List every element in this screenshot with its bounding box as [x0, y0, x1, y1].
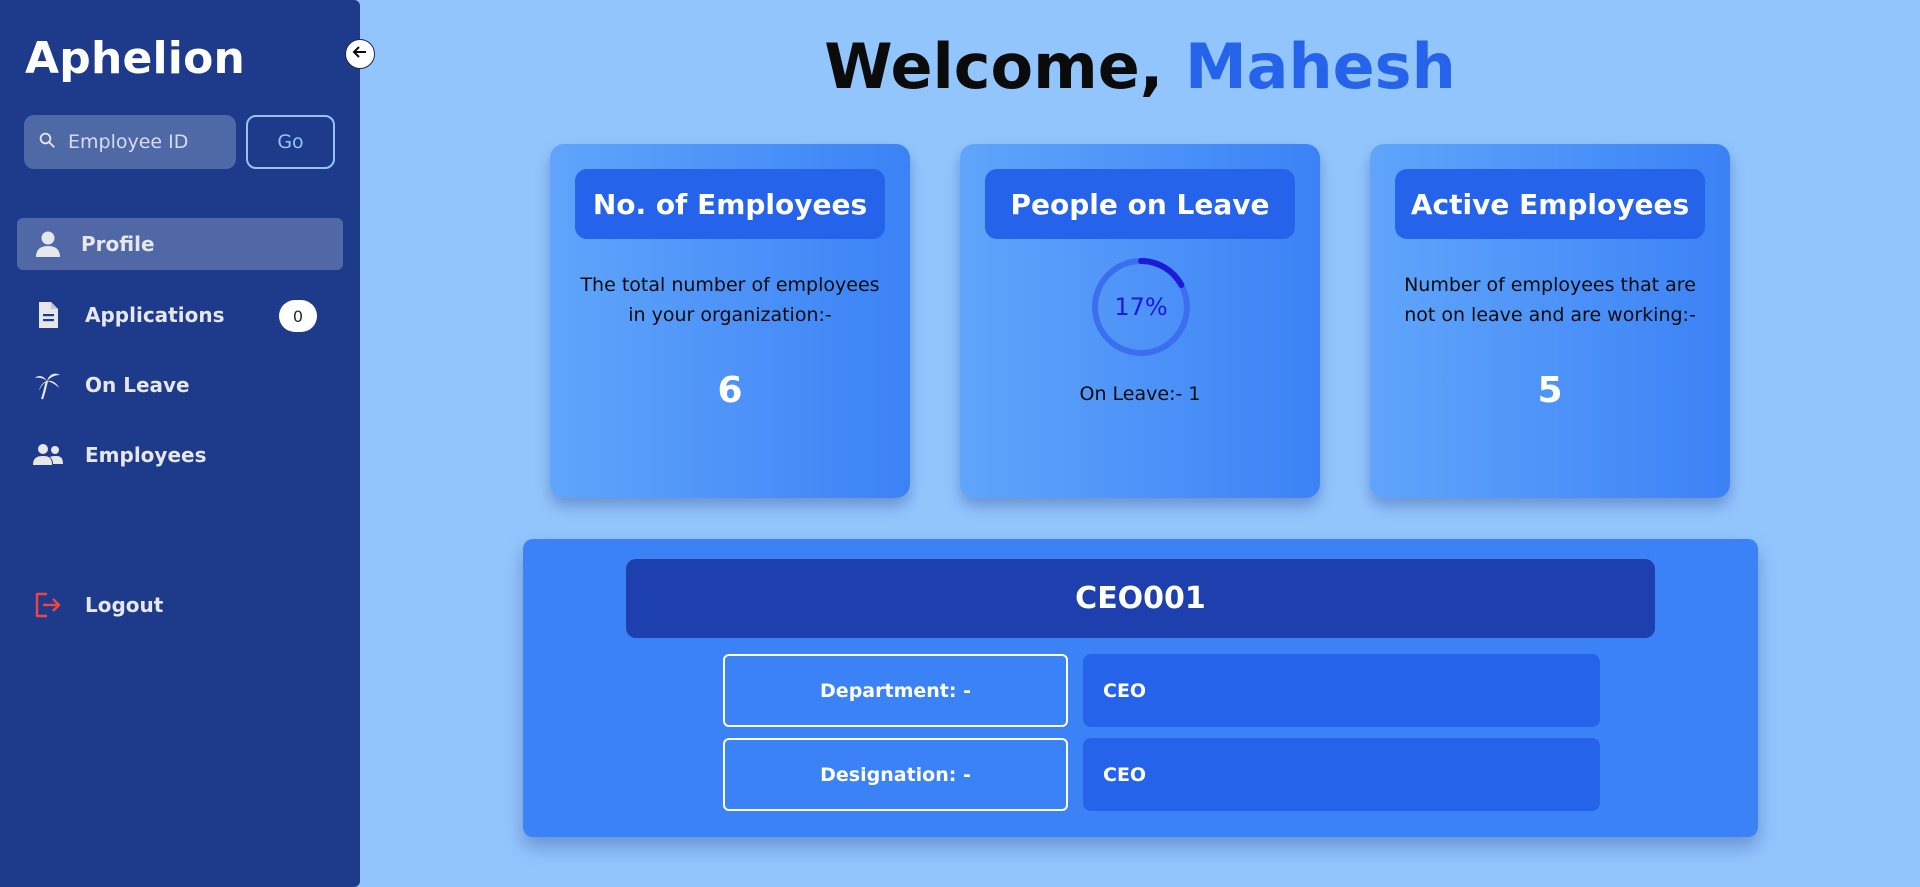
- designation-value: CEO: [1083, 738, 1600, 811]
- department-label: Department: -: [723, 654, 1068, 727]
- employee-id-heading: CEO001: [626, 559, 1655, 638]
- users-icon: [33, 440, 63, 470]
- sidebar-item-on-leave[interactable]: On Leave: [17, 359, 343, 411]
- employee-count-value: 6: [717, 370, 743, 411]
- arrow-left-icon: [352, 44, 368, 64]
- leave-percent-label: 17%: [1114, 293, 1168, 321]
- palm-tree-icon: [33, 370, 63, 400]
- welcome-heading: Welcome, Mahesh: [360, 30, 1920, 103]
- applications-count-badge: 0: [279, 300, 317, 332]
- leave-card: People on Leave 17% On Leave:- 1: [960, 144, 1320, 498]
- sidebar-item-applications[interactable]: Applications 0: [17, 289, 343, 341]
- document-icon: [33, 300, 63, 330]
- designation-label: Designation: -: [723, 738, 1068, 811]
- sidebar-item-label: Profile: [81, 232, 155, 256]
- user-icon: [33, 229, 63, 259]
- logout-label: Logout: [85, 593, 164, 617]
- card-title: People on Leave: [985, 169, 1295, 239]
- employee-count-card: No. of Employees The total number of emp…: [550, 144, 910, 498]
- department-value: CEO: [1083, 654, 1600, 727]
- logout-icon: [33, 590, 63, 620]
- employee-id-input[interactable]: [68, 131, 218, 153]
- sidebar-item-profile[interactable]: Profile: [17, 218, 343, 270]
- active-employees-card: Active Employees Number of employees tha…: [1370, 144, 1730, 498]
- app-brand: Aphelion: [25, 33, 246, 84]
- employee-detail-panel: CEO001 Department: - CEO Designation: - …: [523, 539, 1758, 837]
- sidebar-item-label: Applications: [85, 303, 225, 327]
- search-icon: [38, 131, 56, 153]
- on-leave-count: On Leave:- 1: [1079, 383, 1201, 405]
- collapse-sidebar-button[interactable]: [345, 39, 375, 69]
- go-button[interactable]: Go: [246, 115, 335, 169]
- employee-search-box: [24, 115, 236, 169]
- card-description: Number of employees that are not on leav…: [1404, 274, 1696, 326]
- sidebar-item-employees[interactable]: Employees: [17, 429, 343, 481]
- active-employees-value: 5: [1537, 370, 1563, 411]
- sidebar: Aphelion Go Profile Applications 0 On Le…: [0, 0, 360, 887]
- welcome-greeting: Welcome,: [824, 30, 1164, 103]
- card-title: Active Employees: [1395, 169, 1705, 239]
- sidebar-item-label: Employees: [85, 443, 207, 467]
- welcome-user-name: Mahesh: [1184, 30, 1456, 103]
- card-description: The total number of employees in your or…: [580, 274, 880, 326]
- logout-button[interactable]: Logout: [17, 579, 343, 631]
- leave-progress-ring: 17%: [1090, 256, 1192, 358]
- sidebar-item-label: On Leave: [85, 373, 190, 397]
- card-title: No. of Employees: [575, 169, 885, 239]
